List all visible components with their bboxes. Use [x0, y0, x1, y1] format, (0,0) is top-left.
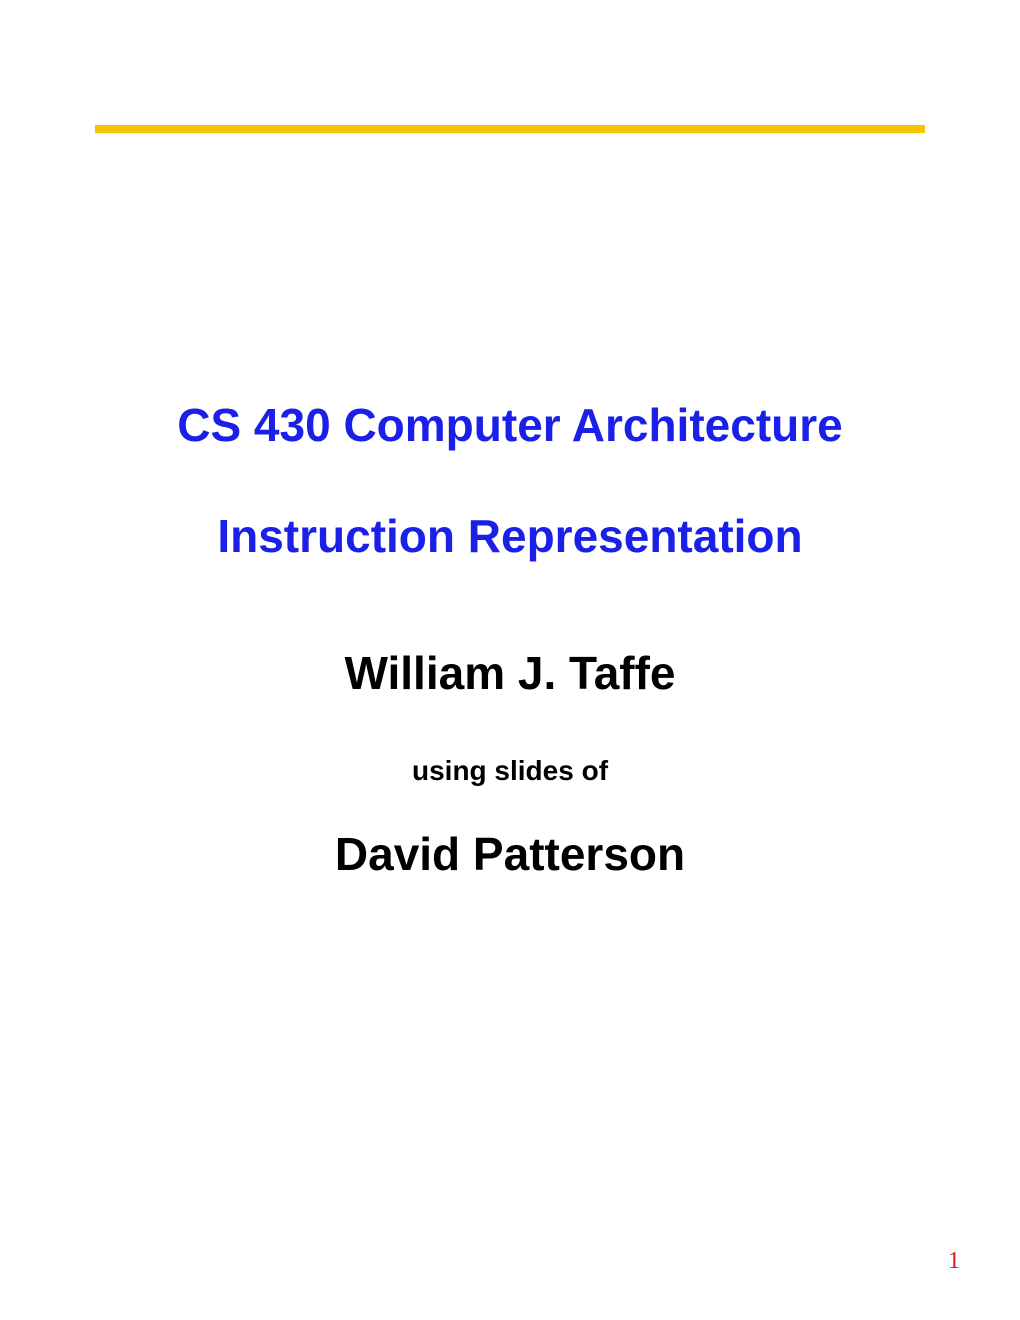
secondary-author: David Patterson [0, 827, 1020, 881]
divider-rule [95, 125, 925, 131]
primary-author: William J. Taffe [0, 646, 1020, 700]
course-title-line: CS 430 Computer Architecture [0, 400, 1020, 451]
slide-content: CS 430 Computer Architecture Instruction… [0, 400, 1020, 881]
slide-page: CS 430 Computer Architecture Instruction… [0, 0, 1020, 1320]
title-gap [0, 451, 1020, 511]
topic-title-line: Instruction Representation [0, 511, 1020, 562]
page-number: 1 [948, 1248, 960, 1275]
credit-label: using slides of [0, 755, 1020, 787]
